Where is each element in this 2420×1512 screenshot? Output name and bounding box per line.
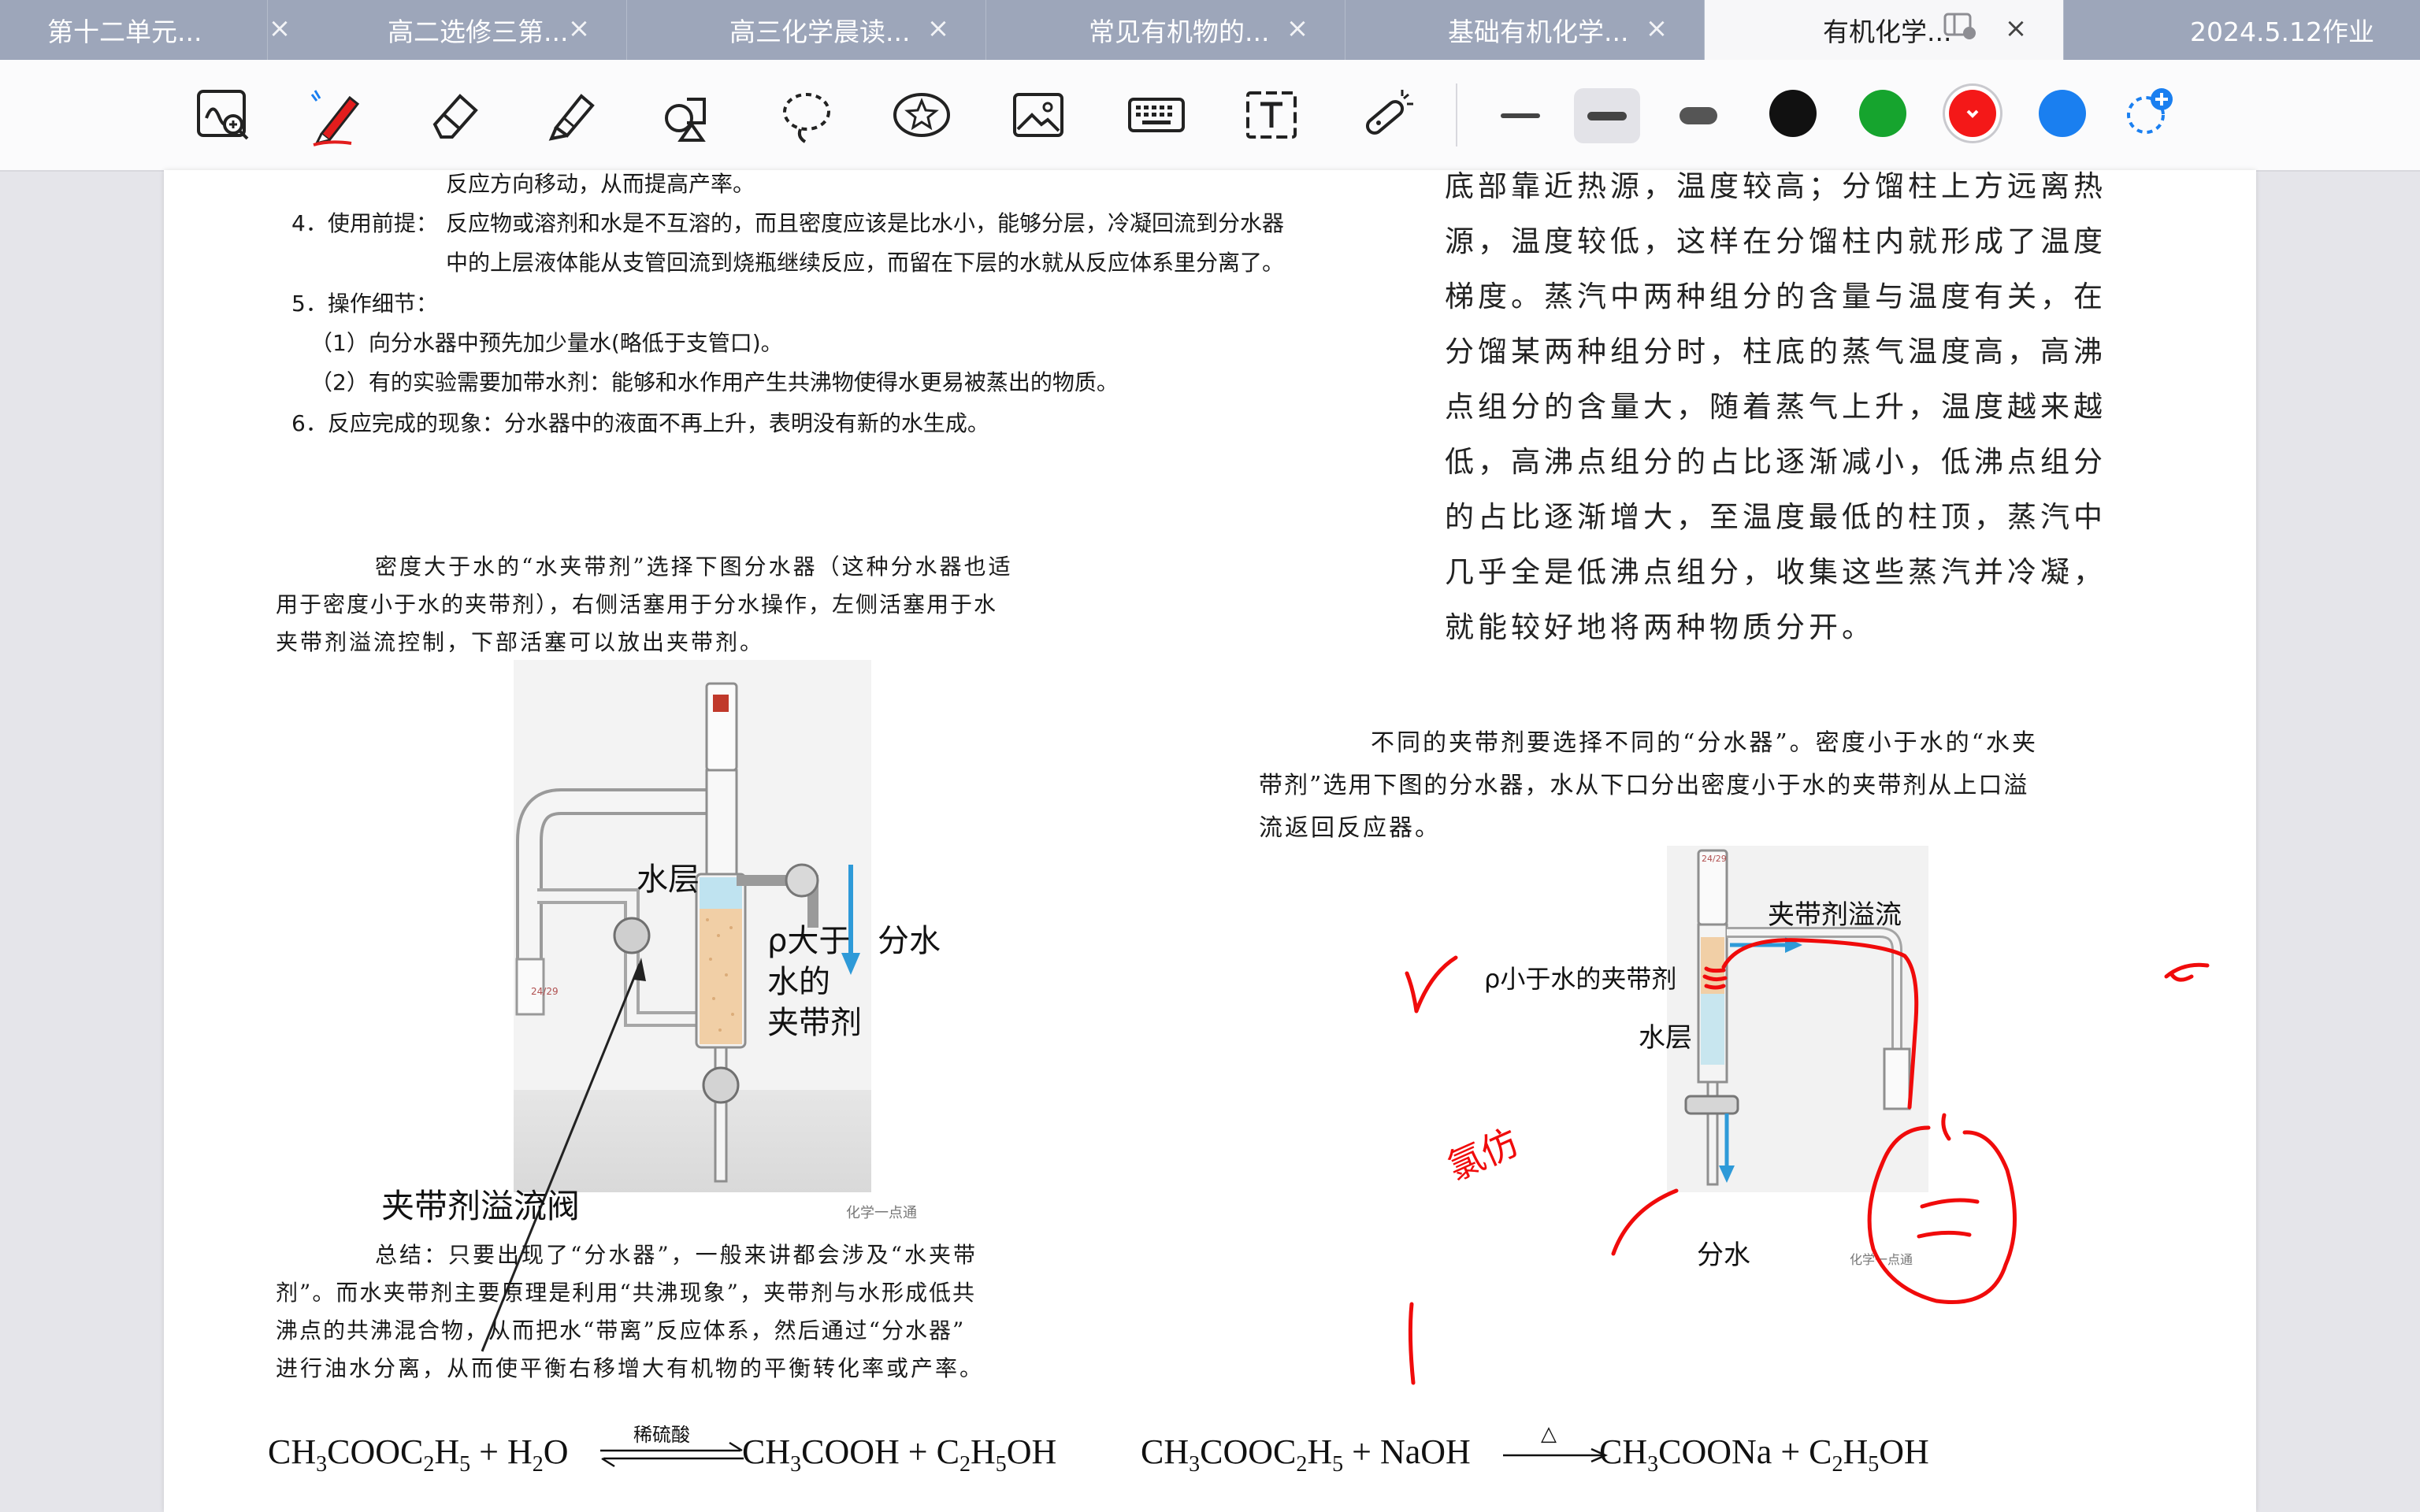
stroke-thin[interactable]: [1487, 88, 1553, 143]
chevron-down-icon: [1966, 109, 1979, 118]
text-line: 总结：只要出现了“分水器”，一般来讲都会涉及“水夹带: [375, 1242, 978, 1268]
tab-title: 第十二单元...: [47, 17, 202, 47]
section-label: 4．使用前提：: [291, 210, 438, 236]
close-icon[interactable]: ×: [926, 15, 951, 42]
overflow-valve-label: 夹带剂溢流阀: [381, 1187, 581, 1225]
handwritten-annotations: [1405, 938, 2210, 1385]
close-icon[interactable]: ×: [1644, 15, 1669, 42]
watermark: 化学一点通: [846, 1205, 917, 1221]
text-line: 进行油水分离，从而使平衡右移增大有机物的平衡转化率或产率。: [276, 1355, 985, 1381]
tab-title: 有机化学...: [1823, 17, 1952, 47]
stroke-thick[interactable]: [1665, 88, 1731, 143]
text-line: 剂”。而水夹带剂主要原理是利用“共沸现象”，夹带剂与水形成低共: [276, 1280, 976, 1306]
tab-title: 2024.5.12作业: [2190, 17, 2374, 47]
sticker-icon[interactable]: [890, 83, 953, 146]
ester-hydrolysis-acid-products: CH3COOH + C2H5OH: [742, 1432, 1057, 1477]
tab-common-organics[interactable]: 常见有机物的... ×: [986, 0, 1345, 60]
tab-title: 高三化学晨读...: [729, 17, 911, 47]
color-green[interactable]: [1859, 90, 1906, 137]
tab-basic-organic[interactable]: 基础有机化学... ×: [1345, 0, 1705, 60]
heating-arrow: △: [1500, 1422, 1610, 1471]
text-line: 分馏某两种组分时，柱底的蒸气温度高，高沸: [1445, 335, 2106, 369]
drain-water-label: 分水: [878, 923, 941, 959]
text-line: 流返回反应器。: [1259, 814, 1441, 842]
lasso-icon[interactable]: [775, 83, 838, 146]
text-line: （2）有的实验需要加带水剂：能够和水作用产生共沸物使得水更易被蒸出的物质。: [310, 369, 1119, 395]
eraser-icon[interactable]: [424, 83, 487, 146]
reversible-arrow: 稀硫酸: [594, 1424, 752, 1473]
split-view-icon[interactable]: [1943, 11, 1976, 41]
text-line: 底部靠近热源，温度较高；分馏柱上方远离热: [1445, 170, 2106, 203]
dense-entrainer-label: 水的: [767, 964, 830, 1000]
text-line: 就能较好地将两种物质分开。: [1445, 610, 1875, 644]
text-line: 低，高沸点组分的占比逐渐减小，低沸点组分: [1445, 445, 2106, 479]
close-icon[interactable]: ×: [1285, 15, 1310, 42]
joint-size-label: 24/29: [1702, 854, 1727, 864]
text-line: 几乎全是低沸点组分，收集这些蒸汽并冷凝，: [1445, 555, 2106, 589]
text-line: 沸点的共沸混合物，从而把水“带离”反应体系，然后通过“分水器”: [276, 1317, 966, 1343]
shapes-icon[interactable]: [657, 83, 720, 146]
text-line: 不同的夹带剂要选择不同的“分水器”。密度小于水的“水夹: [1371, 729, 2039, 757]
close-icon[interactable]: ×: [2003, 15, 2028, 42]
tab-grade12-reading[interactable]: 高三化学晨读... ×: [627, 0, 986, 60]
text-box-icon[interactable]: [1240, 83, 1303, 146]
tab-homework[interactable]: 2024.5.12作业: [2064, 0, 2420, 60]
dense-entrainer-label: 夹带剂: [767, 1005, 862, 1041]
close-icon[interactable]: ×: [566, 15, 592, 42]
document-page[interactable]: 反应方向移动，从而提高产率。 4．使用前提： 反应物或溶剂和水是不互溶的，而且密…: [164, 170, 2256, 1512]
image-icon[interactable]: [1007, 83, 1070, 146]
color-blue[interactable]: [2039, 90, 2086, 137]
text-line: 中的上层液体能从支管回流到烧瓶继续反应，而留在下层的水就从反应体系里分离了。: [446, 250, 1285, 276]
section-label: 5．操作细节：: [291, 291, 438, 317]
highlighter-icon[interactable]: [540, 83, 603, 146]
laser-pointer-icon[interactable]: [1355, 83, 1418, 146]
text-line: 带剂”选用下图的分水器，水从下口分出密度小于水的夹带剂从上口溢: [1259, 772, 2029, 799]
tab-unit12[interactable]: 第十二单元... ×: [0, 0, 291, 60]
text-line: 源，温度较低，这样在分馏柱内就形成了温度: [1445, 224, 2106, 258]
text-line: 点组分的含量大，随着蒸气上升，温度越来越: [1445, 390, 2106, 424]
text-line: 6．反应完成的现象：分水器中的液面不再上升，表明没有新的水生成。: [291, 410, 989, 436]
toolbar-divider: [1456, 83, 1457, 146]
tab-bar: 第十二单元... × 高二选修三第... × 高三化学晨读... × 常见有机物…: [0, 0, 2420, 60]
text-line: 夹带剂溢流控制，下部活塞可以放出夹带剂。: [276, 629, 765, 655]
tab-grade11[interactable]: 高二选修三第... ×: [268, 0, 627, 60]
color-red[interactable]: [1949, 90, 1996, 137]
text-line: 用于密度小于水的夹带剂），右侧活塞用于分水操作，左侧活塞用于水: [276, 591, 998, 617]
ester-hydrolysis-base-equation: CH3COOC2H5 + NaOH: [1141, 1432, 1471, 1477]
lasso-zoom-icon[interactable]: [192, 83, 255, 146]
stroke-medium[interactable]: [1574, 88, 1640, 143]
keyboard-icon[interactable]: [1125, 83, 1188, 146]
ester-hydrolysis-base-products: CH3COONa + C2H5OH: [1599, 1432, 1929, 1477]
text-line: 的占比逐渐增大，至温度最低的柱顶，蒸汽中: [1445, 500, 2106, 534]
text-line: 反应方向移动，从而提高产率。: [446, 171, 755, 197]
text-line: 反应物或溶剂和水是不互溶的，而且密度应该是比水小，能够分层，冷凝回流到分水器: [446, 210, 1285, 236]
tab-title: 高二选修三第...: [388, 17, 569, 47]
add-color-icon: [2127, 88, 2173, 134]
text-line: 梯度。蒸汽中两种组分的含量与温度有关，在: [1445, 280, 2106, 313]
tab-organic-chemistry[interactable]: 有机化学... ×: [1705, 0, 2064, 60]
dense-entrainer-label: ρ大于: [767, 923, 851, 959]
text-line: 密度大于水的“水夹带剂”选择下图分水器（这种分水器也适: [375, 554, 1013, 580]
toolbar: [0, 60, 2420, 172]
color-black[interactable]: [1769, 90, 1817, 137]
add-color-button[interactable]: [2124, 87, 2174, 137]
text-line: （1）向分水器中预先加少量水(略低于支管口)。: [310, 330, 783, 356]
tab-title: 常见有机物的...: [1089, 17, 1270, 47]
pen-icon[interactable]: [304, 83, 367, 146]
tab-title: 基础有机化学...: [1448, 17, 1629, 47]
water-layer-label: 水层: [637, 862, 700, 898]
ester-hydrolysis-acid-equation: CH3COOC2H5 + H2O: [268, 1432, 569, 1477]
